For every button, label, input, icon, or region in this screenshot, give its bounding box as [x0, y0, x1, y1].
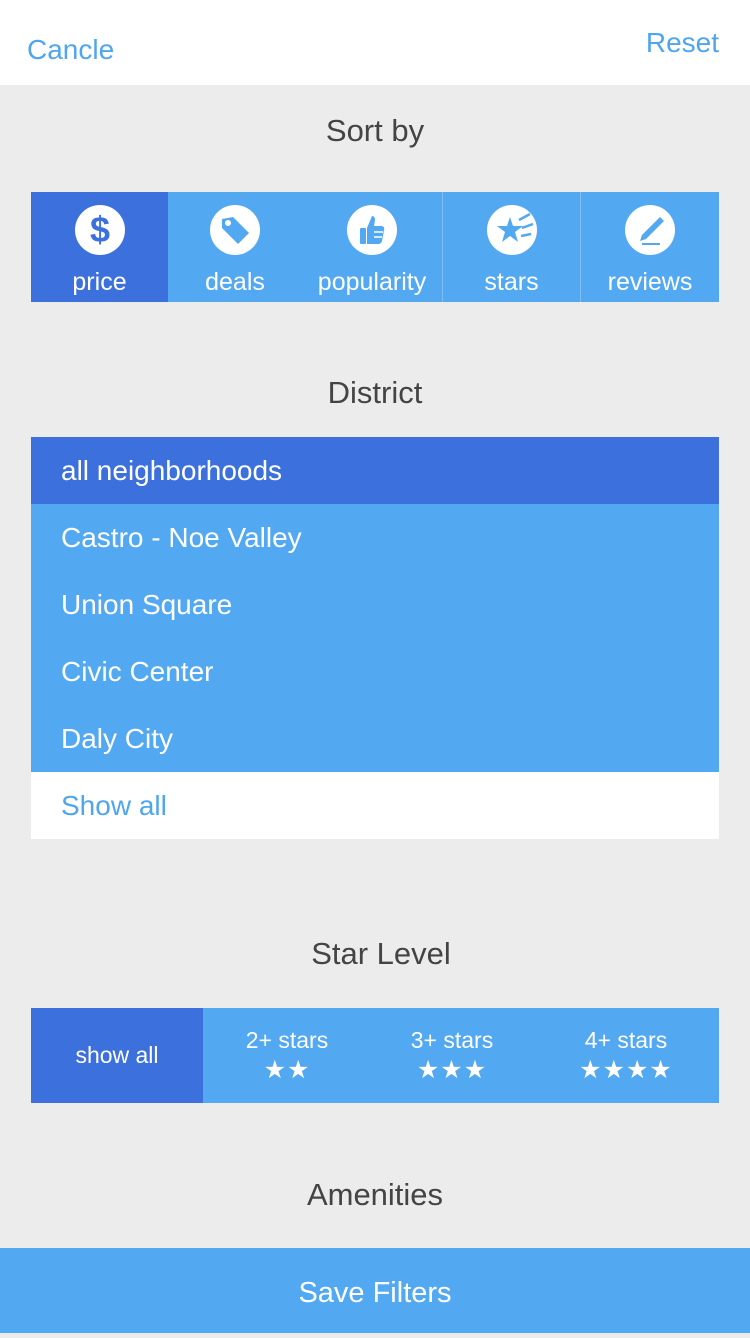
cancel-button[interactable]: Cancle	[27, 34, 114, 66]
district-item-castro-noe-valley[interactable]: Castro - Noe Valley	[31, 504, 719, 571]
star-level-heading: Star Level	[311, 936, 451, 971]
sort-option-label: popularity	[317, 268, 427, 296]
sort-option-label: price	[72, 268, 127, 296]
sort-option-stars[interactable]: stars	[443, 192, 581, 302]
sort-option-popularity[interactable]: popularity	[302, 192, 443, 302]
thumbs-up-icon	[347, 205, 397, 255]
star-level-options: show all 2+ stars ★★ 3+ stars ★★★ 4+ sta…	[31, 1008, 719, 1103]
sort-option-label: reviews	[607, 268, 693, 296]
district-item-all-neighborhoods[interactable]: all neighborhoods	[31, 437, 719, 504]
district-item-civic-center[interactable]: Civic Center	[31, 638, 719, 705]
star-option-label: 2+ stars	[245, 1027, 329, 1053]
star-option-show-all[interactable]: show all	[31, 1008, 203, 1103]
sort-option-price[interactable]: $ price	[31, 192, 168, 302]
show-all-districts-link[interactable]: Show all	[31, 772, 719, 839]
dollar-icon: $	[74, 205, 125, 255]
amenities-heading: Amenities	[306, 1177, 444, 1212]
tag-icon	[210, 205, 260, 255]
star-option-label: 3+ stars	[410, 1027, 494, 1053]
district-heading: District	[327, 375, 423, 410]
pencil-icon	[625, 205, 675, 255]
sort-option-label: stars	[484, 268, 539, 296]
save-filters-button[interactable]: Save Filters	[0, 1248, 750, 1333]
district-list: all neighborhoods Castro - Noe Valley Un…	[31, 437, 719, 839]
star-rating-icons: ★★	[263, 1056, 311, 1084]
district-item-union-square[interactable]: Union Square	[31, 571, 719, 638]
star-option-4-plus[interactable]: 4+ stars ★★★★	[533, 1008, 719, 1103]
star-option-2-plus[interactable]: 2+ stars ★★	[203, 1008, 371, 1103]
sort-option-deals[interactable]: deals	[168, 192, 302, 302]
star-rating-icons: ★★★★	[579, 1056, 673, 1084]
sort-options: $ price deals popularity stars reviews	[31, 192, 719, 302]
sort-option-label: deals	[205, 268, 265, 296]
district-item-daly-city[interactable]: Daly City	[31, 705, 719, 772]
reset-button[interactable]: Reset	[646, 27, 719, 59]
sort-option-reviews[interactable]: reviews	[581, 192, 719, 302]
star-option-label: 4+ stars	[584, 1027, 668, 1053]
sort-by-heading: Sort by	[325, 113, 425, 148]
svg-text:$: $	[89, 209, 109, 250]
top-bar: Cancle Reset	[0, 0, 750, 85]
star-option-3-plus[interactable]: 3+ stars ★★★	[371, 1008, 533, 1103]
shooting-star-icon	[486, 205, 537, 255]
star-option-label: show all	[75, 1042, 159, 1068]
star-rating-icons: ★★★	[416, 1056, 488, 1084]
